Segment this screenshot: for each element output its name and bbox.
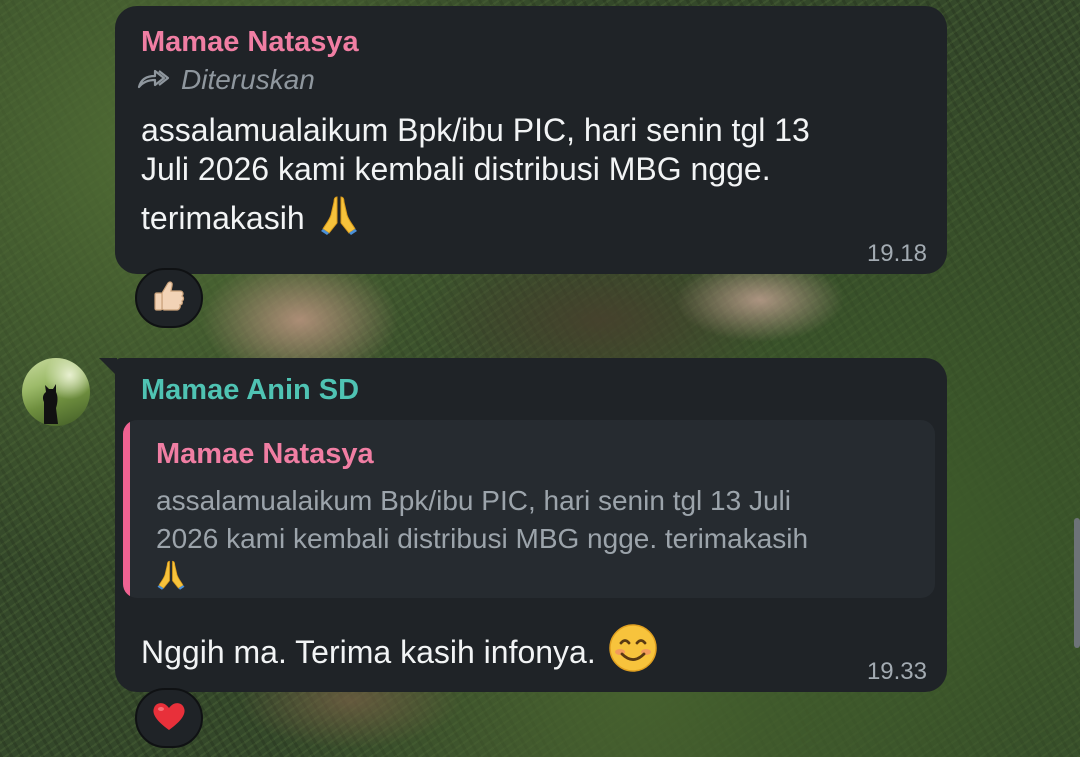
message-time: 19.33 bbox=[866, 658, 927, 685]
message-bubble[interactable]: Mamae Natasya Diteruskan assalamualaikum… bbox=[115, 6, 947, 274]
message-text[interactable]: assalamualaikum Bpk/ibu PIC, hari senin … bbox=[141, 111, 810, 244]
scrollbar[interactable] bbox=[1074, 518, 1080, 648]
forwarded-label: Diteruskan bbox=[181, 64, 315, 95]
message-text-line: assalamualaikum Bpk/ibu PIC, hari senin … bbox=[141, 112, 810, 148]
thumbs-up-icon bbox=[152, 279, 186, 318]
message-text-line: Nggih ma. Terima kasih infonya. bbox=[141, 634, 596, 670]
reaction-button[interactable] bbox=[135, 688, 203, 748]
folded-hands-emoji-icon bbox=[319, 193, 359, 244]
message-text-line: terimakasih bbox=[141, 200, 305, 236]
avatar[interactable] bbox=[22, 358, 90, 426]
smiling-face-emoji-icon bbox=[608, 623, 658, 682]
reply-text-line: 2026 kami kembali distribusi MBG ngge. t… bbox=[156, 523, 809, 554]
message-text[interactable]: Nggih ma. Terima kasih infonya. bbox=[141, 623, 658, 682]
forwarded-indicator: Diteruskan bbox=[137, 64, 315, 96]
reply-sender-name: Mamae Natasya bbox=[156, 438, 374, 470]
sender-name[interactable]: Mamae Natasya bbox=[141, 26, 359, 59]
reaction-button[interactable] bbox=[135, 268, 203, 328]
cat-silhouette-icon bbox=[42, 384, 58, 424]
reply-text-line: assalamualaikum Bpk/ibu PIC, hari senin … bbox=[156, 485, 791, 516]
message-bubble[interactable]: Mamae Anin SD Mamae Natasya assalamualai… bbox=[99, 358, 947, 692]
folded-hands-emoji-icon bbox=[156, 558, 926, 594]
forward-arrow-icon bbox=[137, 64, 171, 96]
reply-quote-bar bbox=[123, 420, 130, 598]
message-text-line: Juli 2026 kami kembali distribusi MBG ng… bbox=[141, 151, 771, 187]
red-heart-icon bbox=[151, 700, 187, 737]
message-time: 19.18 bbox=[866, 240, 927, 267]
reply-quote[interactable]: Mamae Natasya assalamualaikum Bpk/ibu PI… bbox=[123, 420, 935, 598]
sender-name[interactable]: Mamae Anin SD bbox=[141, 374, 359, 407]
reply-text: assalamualaikum Bpk/ibu PIC, hari senin … bbox=[156, 482, 926, 594]
